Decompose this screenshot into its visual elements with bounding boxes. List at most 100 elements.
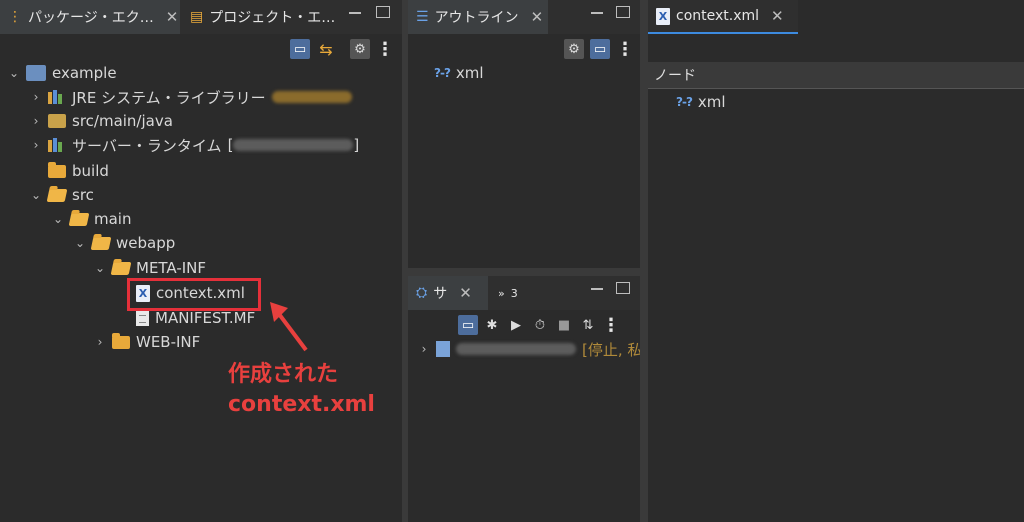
tree-label: MANIFEST.MF <box>155 309 256 327</box>
package-explorer-toolbar: ▭ ⇆ ⚙ ⋮ <box>290 36 394 62</box>
stop-icon[interactable]: ■ <box>554 315 574 335</box>
redacted-text <box>271 91 352 103</box>
collapse-all-icon[interactable]: ▭ <box>458 315 478 335</box>
redacted-text <box>456 343 576 355</box>
close-icon[interactable]: ✕ <box>771 7 784 25</box>
close-icon[interactable]: ✕ <box>531 8 544 26</box>
chevron-down-icon[interactable]: ⌄ <box>30 188 42 202</box>
tree-label: JRE システム・ライブラリー <box>72 88 266 107</box>
xml-declaration-icon: ?-? <box>434 66 451 80</box>
tab-package-explorer-label: パッケージ・エク… <box>28 10 154 26</box>
annotation-line-1: 作成された <box>228 362 339 387</box>
debug-icon[interactable]: ✱ <box>482 315 502 335</box>
publish-icon[interactable]: ⇅ <box>578 315 598 335</box>
profile-icon[interactable]: ⏱ <box>530 315 550 335</box>
chevron-double-right-icon: » <box>498 286 505 300</box>
chevron-right-icon[interactable]: › <box>30 138 42 152</box>
tree-item-meta-inf[interactable]: ⌄ META-INF <box>94 257 206 279</box>
xml-file-icon: X <box>656 7 670 25</box>
tree-item-web-inf[interactable]: › WEB-INF <box>94 331 200 353</box>
folder-open-icon <box>46 188 68 202</box>
tree-item-main[interactable]: ⌄ main <box>52 208 132 230</box>
close-icon[interactable]: ✕ <box>166 8 179 26</box>
close-icon[interactable]: ✕ <box>459 284 472 302</box>
view-menu-icon[interactable]: ⋮ <box>602 315 620 336</box>
minimize-icon[interactable] <box>348 6 362 18</box>
outline-icon: ☰ <box>416 9 429 25</box>
editor-pane: X context.xml ✕ ノード ?-? xml <box>648 0 1024 522</box>
collapse-all-icon[interactable]: ▭ <box>590 39 610 59</box>
view-menu-icon[interactable]: ⋮ <box>376 39 394 60</box>
annotation-text: 作成された context.xml <box>228 360 375 420</box>
tree-item-server-runtime[interactable]: › サーバー・ランタイム [ ] <box>30 134 360 156</box>
tree-item-project[interactable]: ⌄ example <box>8 62 117 84</box>
view-menu-icon[interactable]: ⋮ <box>616 39 634 60</box>
tree-label: src <box>72 186 94 204</box>
chevron-down-icon[interactable]: ⌄ <box>94 261 106 275</box>
maximize-icon[interactable] <box>616 6 630 18</box>
link-with-editor-icon[interactable]: ⇆ <box>316 39 336 59</box>
tab-outline[interactable]: ☰ アウトライン ✕ <box>408 0 548 34</box>
package-explorer-pane: ⋮ パッケージ・エク… ✕ ▤ プロジェクト・エ… ▭ ⇆ ⚙ ⋮ ⌄ exam… <box>0 0 402 522</box>
overflow-count: 3 <box>510 286 518 300</box>
start-icon[interactable]: ▶ <box>506 315 526 335</box>
source-folder-icon <box>48 114 66 128</box>
outline-pane: ☰ アウトライン ✕ ⚙ ▭ ⋮ ?-? xml <box>408 0 640 268</box>
view-filter-icon[interactable]: ⚙ <box>350 39 370 59</box>
minimize-icon[interactable] <box>590 6 604 18</box>
maximize-icon[interactable] <box>616 282 630 294</box>
servers-tabbar: ⛭ サ ✕ » 3 <box>408 276 640 310</box>
servers-pane: ⛭ サ ✕ » 3 ▭ ✱ ▶ ⏱ ■ ⇅ ⋮ › [停止, 私 <box>408 276 640 522</box>
project-icon <box>26 65 46 81</box>
outline-tabbar: ☰ アウトライン ✕ <box>408 0 640 34</box>
tree-label: WEB-INF <box>136 333 201 351</box>
filter-icon[interactable]: ⚙ <box>564 39 584 59</box>
editor-item-xml[interactable]: ?-? xml <box>676 91 726 113</box>
folder-open-icon <box>68 212 90 226</box>
tab-project-explorer-label: プロジェクト・エ… <box>209 10 336 26</box>
server-item[interactable]: › [停止, 私 <box>418 338 640 360</box>
tab-context-xml[interactable]: X context.xml ✕ <box>648 0 798 34</box>
redacted-text <box>233 139 354 151</box>
tab-project-explorer[interactable]: ▤ プロジェクト・エ… <box>182 0 336 34</box>
outline-item-xml[interactable]: ?-? xml <box>434 62 484 84</box>
editor-item-label: xml <box>697 93 726 111</box>
chevron-down-icon[interactable]: ⌄ <box>8 66 20 80</box>
chevron-down-icon[interactable]: ⌄ <box>52 212 64 226</box>
tree-label: webapp <box>116 234 176 252</box>
column-header-node: ノード <box>654 68 696 84</box>
tree-column-header[interactable]: ノード <box>648 62 1024 89</box>
tree-item-jre[interactable]: › JRE システム・ライブラリー <box>30 86 352 108</box>
chevron-right-icon[interactable]: › <box>94 335 106 349</box>
servers-icon: ⛭ <box>416 285 428 301</box>
collapse-all-icon[interactable]: ▭ <box>290 39 310 59</box>
xml-declaration-icon: ?-? <box>676 95 693 109</box>
outline-item-label: xml <box>455 64 484 82</box>
tab-outline-label: アウトライン <box>434 10 519 26</box>
editor-tabbar: X context.xml ✕ <box>648 0 1024 34</box>
tree-item-webapp[interactable]: ⌄ webapp <box>74 232 175 254</box>
bracket-close: ] <box>353 136 360 154</box>
tree-item-src-main-java[interactable]: › src/main/java <box>30 110 173 132</box>
pane-divider-horizontal[interactable] <box>408 268 640 276</box>
minimize-icon[interactable] <box>590 282 604 294</box>
maximize-icon[interactable] <box>376 6 390 18</box>
chevron-right-icon[interactable]: › <box>30 90 42 104</box>
highlight-box <box>127 278 261 311</box>
tab-package-explorer[interactable]: ⋮ パッケージ・エク… ✕ <box>0 0 180 34</box>
pane-divider[interactable] <box>640 0 648 522</box>
tab-overflow[interactable]: » 3 <box>490 276 530 310</box>
folder-icon <box>48 161 66 178</box>
tab-context-xml-label: context.xml <box>676 8 760 24</box>
server-icon <box>436 341 450 357</box>
chevron-right-icon[interactable]: › <box>30 114 42 128</box>
tree-item-src[interactable]: ⌄ src <box>30 184 94 206</box>
tree-item-build[interactable]: build <box>30 160 109 182</box>
library-icon <box>48 138 66 152</box>
tab-servers[interactable]: ⛭ サ ✕ <box>408 276 488 310</box>
tree-label: build <box>72 162 109 180</box>
annotation-line-2: context.xml <box>228 392 375 417</box>
tab-servers-label: サ <box>433 286 448 302</box>
chevron-right-icon[interactable]: › <box>418 342 430 356</box>
chevron-down-icon[interactable]: ⌄ <box>74 236 86 250</box>
